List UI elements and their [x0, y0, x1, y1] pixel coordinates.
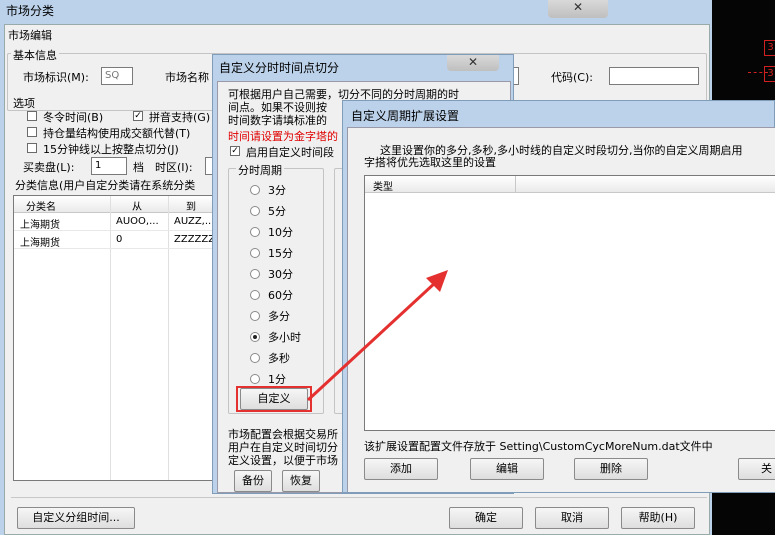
annotation-arrow — [306, 270, 448, 402]
annotation-arrow-line — [306, 280, 438, 402]
